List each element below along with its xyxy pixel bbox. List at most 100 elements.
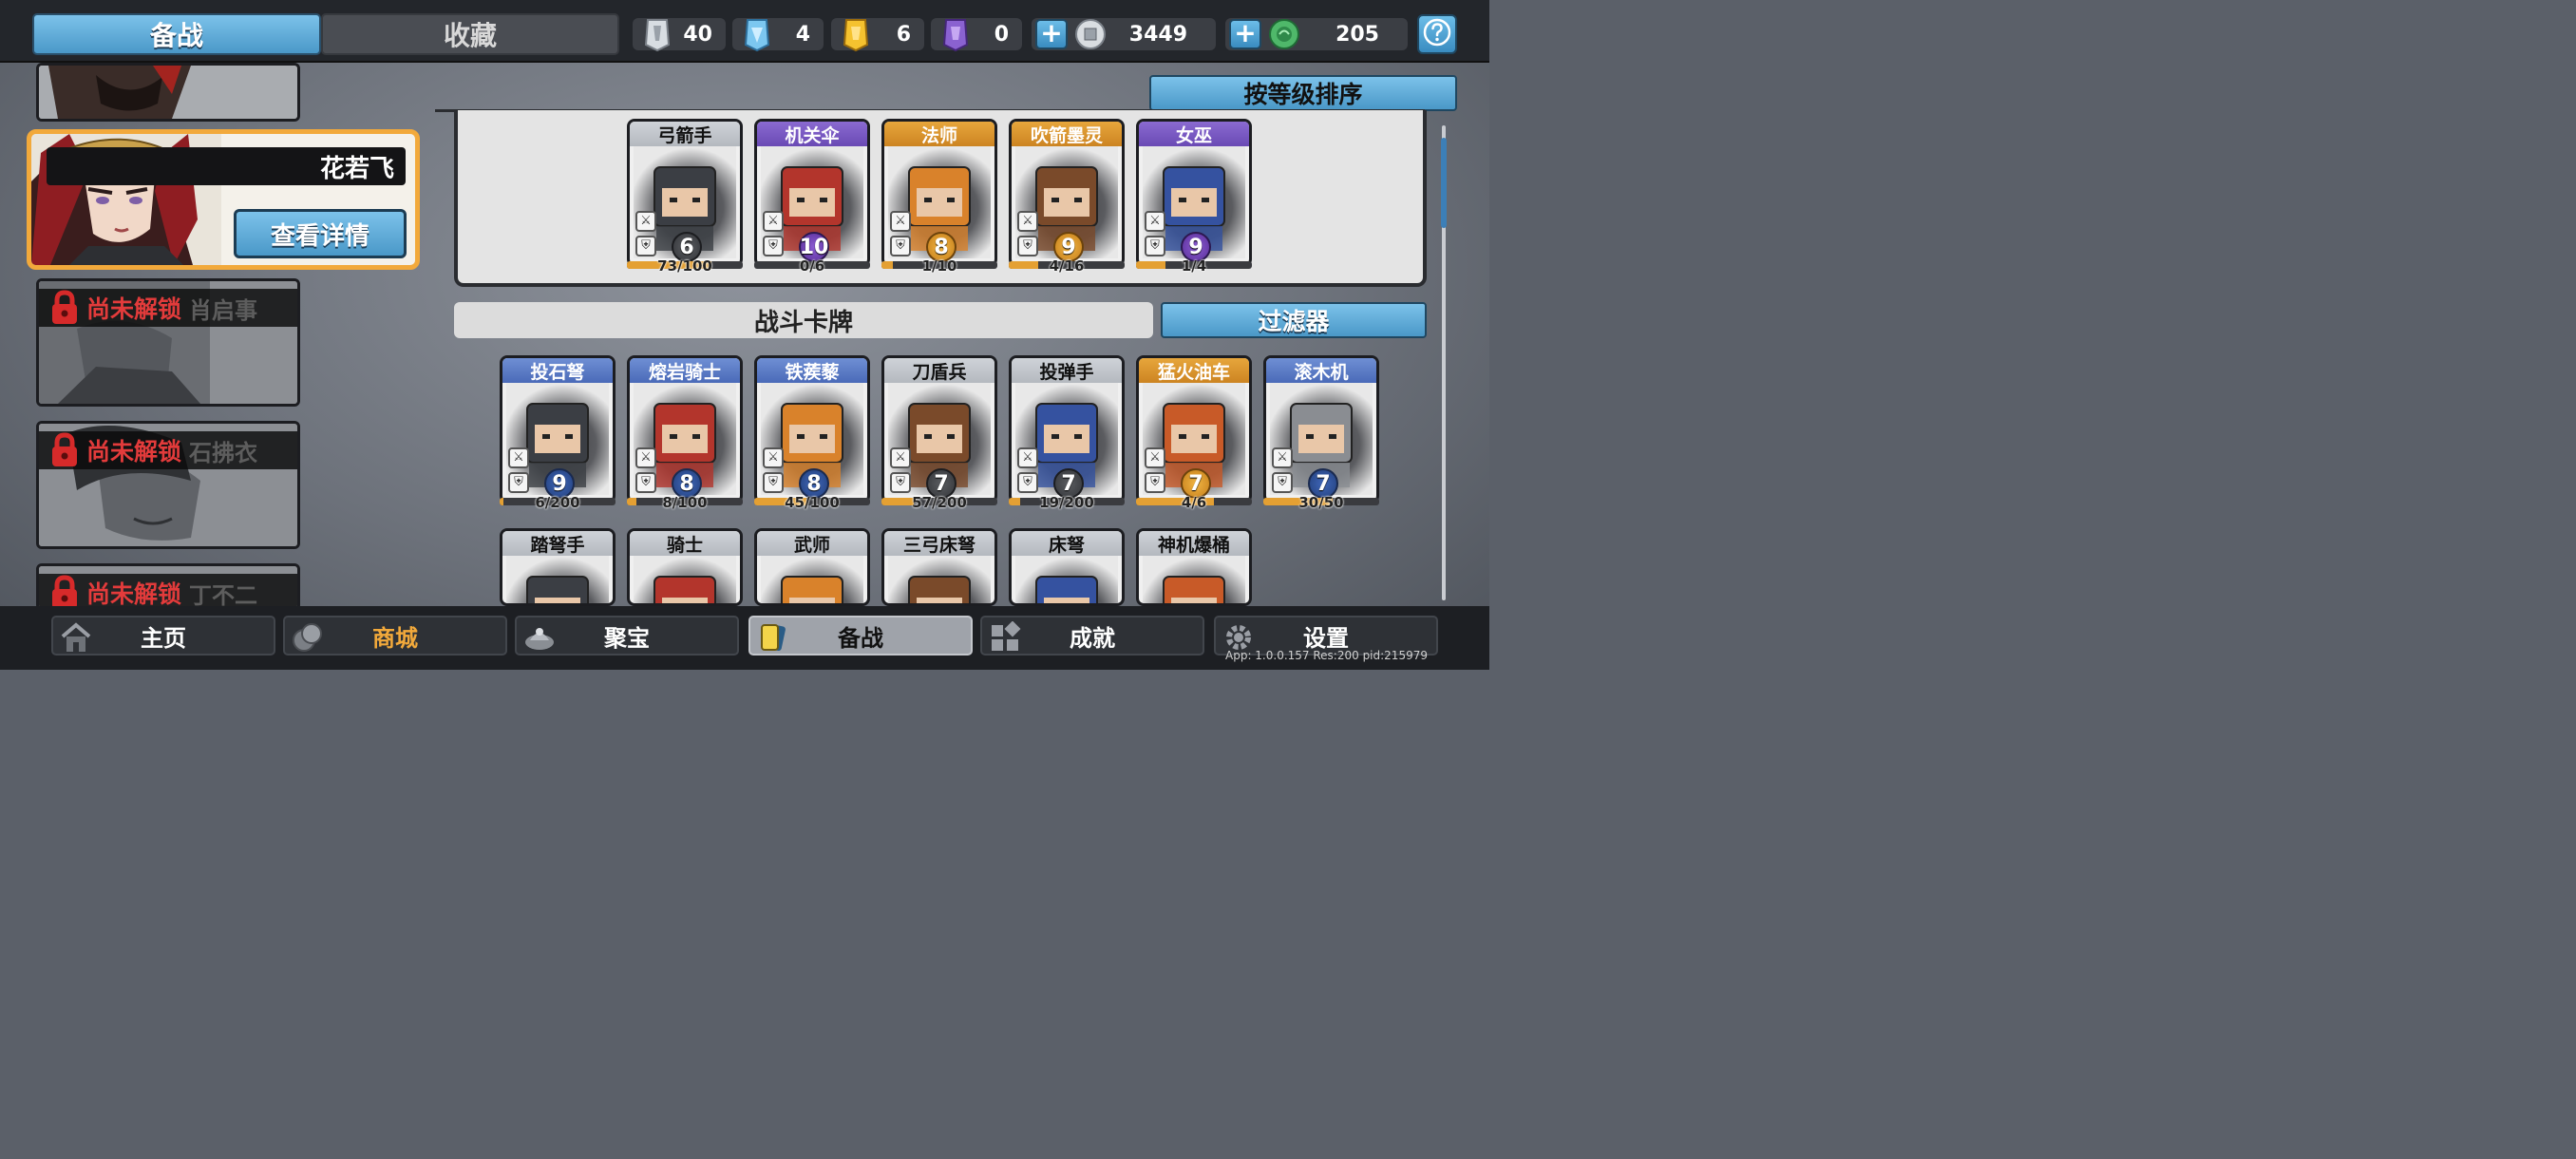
card-frame: 吹箭墨灵 ⚔ ⛨ 9 bbox=[1009, 119, 1125, 267]
view-details-button[interactable]: 查看详情 bbox=[234, 209, 407, 258]
tab-prepare[interactable]: 备战 bbox=[32, 13, 321, 55]
resource-value: 40 bbox=[683, 22, 712, 47]
sort-by-level-button[interactable]: 按等级排序 bbox=[1149, 75, 1457, 111]
resource-value: 205 bbox=[1335, 22, 1379, 47]
unit-card[interactable]: 法师 ⚔ ⛨ 8 1/10 bbox=[881, 119, 997, 275]
hero-card-partial[interactable] bbox=[36, 63, 300, 122]
hero-card-locked[interactable]: 尚未解锁 肖启事 bbox=[36, 278, 300, 407]
nav-prepare[interactable]: 备战 bbox=[748, 616, 973, 656]
purple-badge-icon bbox=[938, 15, 973, 53]
hero-card-selected[interactable]: 花若飞 查看详情 bbox=[27, 129, 420, 270]
resource-blue-crystal: 4 bbox=[732, 15, 824, 53]
card-frame: 投弹手 ⚔ ⛨ 7 bbox=[1009, 355, 1125, 504]
card-progress-text: 1/10 bbox=[921, 257, 957, 275]
card-name: 女巫 bbox=[1139, 122, 1249, 146]
unit-card[interactable]: 熔岩骑士 ⚔ ⛨ 8 8/100 bbox=[627, 355, 743, 511]
hero-portrait bbox=[39, 66, 297, 119]
gold-badge-icon bbox=[839, 15, 873, 53]
silver-seal-icon bbox=[640, 15, 674, 53]
resource-purple-badge: 0 bbox=[931, 15, 1022, 53]
card-progress-text: 4/6 bbox=[1181, 494, 1207, 511]
resource-value: 6 bbox=[896, 22, 911, 47]
unit-trait-icon: ⛨ bbox=[635, 236, 656, 256]
card-progress-text: 1/4 bbox=[1181, 257, 1207, 275]
blue-crystal-icon bbox=[740, 15, 774, 53]
card-name: 猛火油车 bbox=[1139, 358, 1249, 383]
silver-coin-icon bbox=[1073, 15, 1108, 53]
nav-label: 设置 bbox=[1303, 624, 1349, 652]
card-name: 踏弩手 bbox=[502, 531, 613, 556]
card-frame: 女巫 ⚔ ⛨ 9 bbox=[1136, 119, 1252, 267]
card-name: 投石弩 bbox=[502, 358, 613, 383]
card-frame: 刀盾兵 ⚔ ⛨ 7 bbox=[881, 355, 997, 504]
nav-treasure[interactable]: 聚宝 bbox=[515, 616, 739, 656]
unit-card[interactable]: 猛火油车 ⚔ ⛨ 7 4/6 bbox=[1136, 355, 1252, 511]
card-name: 床弩 bbox=[1012, 531, 1122, 556]
unit-trait-icon: ⛨ bbox=[508, 472, 529, 493]
card-name: 机关伞 bbox=[757, 122, 867, 146]
shop-icon bbox=[293, 623, 322, 652]
locked-banner: 尚未解锁 肖启事 bbox=[39, 289, 297, 327]
unit-card[interactable]: 投石弩 ⚔ ⛨ 9 6/200 bbox=[500, 355, 616, 511]
add-jade-button[interactable]: + bbox=[1229, 19, 1261, 49]
app-version-info: App: 1.0.0.157 Res:200 pid:215979 bbox=[1225, 649, 1428, 662]
hero-name: 花若飞 bbox=[47, 147, 406, 185]
card-frame: 骑士 bbox=[627, 528, 743, 606]
card-progress-text: 4/16 bbox=[1049, 257, 1085, 275]
card-frame: 三弓床弩 bbox=[881, 528, 997, 606]
help-button[interactable] bbox=[1417, 14, 1457, 54]
card-frame: 法师 ⚔ ⛨ 8 bbox=[881, 119, 997, 267]
nav-label: 主页 bbox=[141, 624, 186, 652]
card-progress-text: 0/6 bbox=[799, 257, 825, 275]
card-art bbox=[634, 556, 736, 603]
scrollbar-thumb[interactable] bbox=[1441, 138, 1447, 228]
nav-label: 商城 bbox=[372, 624, 418, 652]
resource-value: 0 bbox=[994, 22, 1009, 47]
hero-name: 丁不二 bbox=[189, 581, 258, 609]
unit-type-icon: ⚔ bbox=[1017, 211, 1038, 232]
card-frame: 武师 bbox=[754, 528, 870, 606]
nav-label: 成就 bbox=[1070, 624, 1115, 652]
nav-achievement[interactable]: 成就 bbox=[980, 616, 1204, 656]
unit-type-icon: ⚔ bbox=[763, 211, 784, 232]
unit-type-icon: ⚔ bbox=[635, 211, 656, 232]
card-progress-text: 30/50 bbox=[1298, 494, 1344, 511]
hero-card-locked[interactable]: 尚未解锁 丁不二 bbox=[36, 563, 300, 611]
hero-name: 石拂衣 bbox=[189, 439, 258, 466]
hero-name: 肖启事 bbox=[189, 296, 258, 324]
unit-card[interactable]: 弓箭手 ⚔ ⛨ 6 73/100 bbox=[627, 119, 743, 275]
unit-card[interactable]: 滚木机 ⚔ ⛨ 7 30/50 bbox=[1263, 355, 1379, 511]
filter-button[interactable]: 过滤器 bbox=[1161, 302, 1427, 338]
card-frame: 猛火油车 ⚔ ⛨ 7 bbox=[1136, 355, 1252, 504]
card-frame: 床弩 bbox=[1009, 528, 1125, 606]
card-art bbox=[1143, 556, 1245, 603]
achievement-icon bbox=[992, 621, 1021, 651]
unit-card[interactable]: 铁蒺藜 ⚔ ⛨ 8 45/100 bbox=[754, 355, 870, 511]
locked-label: 尚未解锁 bbox=[86, 295, 182, 323]
card-progress-text: 45/100 bbox=[785, 494, 840, 511]
unit-card[interactable]: 机关伞 ⚔ ⛨ 10 0/6 bbox=[754, 119, 870, 275]
unit-card[interactable]: 投弹手 ⚔ ⛨ 7 19/200 bbox=[1009, 355, 1125, 511]
card-frame: 弓箭手 ⚔ ⛨ 6 bbox=[627, 119, 743, 267]
nav-label: 聚宝 bbox=[604, 624, 650, 652]
card-frame: 机关伞 ⚔ ⛨ 10 bbox=[754, 119, 870, 267]
unit-trait-icon: ⛨ bbox=[763, 236, 784, 256]
nav-shop[interactable]: 商城 bbox=[283, 616, 507, 656]
unit-card[interactable]: 刀盾兵 ⚔ ⛨ 7 57/200 bbox=[881, 355, 997, 511]
unit-card[interactable]: 女巫 ⚔ ⛨ 9 1/4 bbox=[1136, 119, 1252, 275]
unit-card[interactable]: 吹箭墨灵 ⚔ ⛨ 9 4/16 bbox=[1009, 119, 1125, 275]
resource-value: 3449 bbox=[1128, 22, 1187, 47]
card-art bbox=[888, 556, 991, 603]
hero-card-locked[interactable]: 尚未解锁 石拂衣 bbox=[36, 421, 300, 549]
card-progress-text: 73/100 bbox=[657, 257, 712, 275]
add-silver-button[interactable]: + bbox=[1035, 19, 1068, 49]
tab-collection[interactable]: 收藏 bbox=[321, 13, 619, 55]
card-icon bbox=[761, 624, 786, 652]
lock-icon bbox=[52, 432, 77, 466]
card-name: 武师 bbox=[757, 531, 867, 556]
nav-label: 备战 bbox=[838, 624, 883, 652]
card-progress-text: 6/200 bbox=[535, 494, 580, 511]
lock-icon bbox=[52, 290, 77, 324]
nav-home[interactable]: 主页 bbox=[51, 616, 275, 656]
card-frame: 神机爆桶 bbox=[1136, 528, 1252, 606]
